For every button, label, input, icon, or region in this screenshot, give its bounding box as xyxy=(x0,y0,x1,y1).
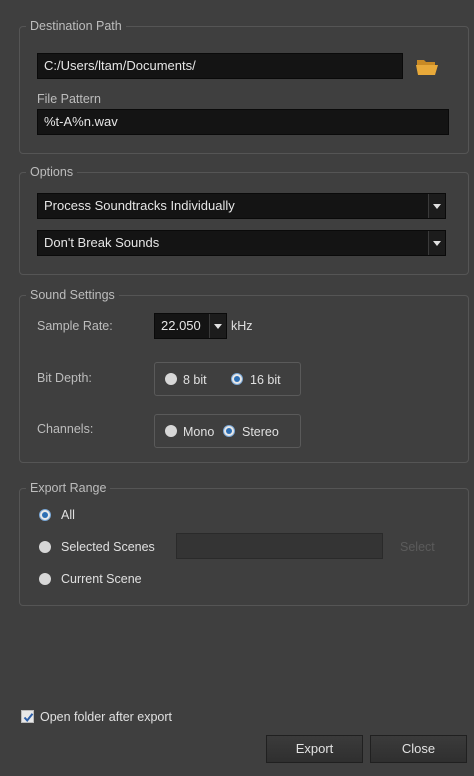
break-sounds-dropdown-value: Don't Break Sounds xyxy=(44,235,160,250)
bit-depth-radio-group: 8 bit 16 bit xyxy=(154,362,301,396)
range-all-radio[interactable] xyxy=(39,509,51,521)
options-group: Options xyxy=(19,164,469,275)
bit-depth-8-radio[interactable] xyxy=(165,373,177,385)
destination-path-title: Destination Path xyxy=(26,18,126,34)
folder-icon[interactable] xyxy=(415,56,439,76)
open-folder-checkbox[interactable] xyxy=(21,710,34,723)
range-selected-scenes-radio[interactable] xyxy=(39,541,51,553)
sample-rate-unit: kHz xyxy=(231,319,253,333)
channels-stereo-label: Stereo xyxy=(242,425,279,439)
export-range-title: Export Range xyxy=(26,480,111,496)
soundtracks-dropdown[interactable]: Process Soundtracks Individually xyxy=(37,193,446,219)
file-pattern-label: File Pattern xyxy=(37,92,101,106)
selected-scenes-field[interactable] xyxy=(176,533,383,559)
chevron-down-icon[interactable] xyxy=(428,231,445,255)
chevron-down-icon[interactable] xyxy=(428,194,445,218)
range-current-scene-label: Current Scene xyxy=(61,572,142,586)
break-sounds-dropdown[interactable]: Don't Break Sounds xyxy=(37,230,446,256)
sample-rate-value: 22.050 xyxy=(161,318,201,333)
soundtracks-dropdown-value: Process Soundtracks Individually xyxy=(44,198,235,213)
open-folder-label: Open folder after export xyxy=(40,710,173,724)
chevron-down-icon[interactable] xyxy=(209,314,226,338)
channels-radio-group: Mono Stereo xyxy=(154,414,301,448)
bit-depth-label: Bit Depth: xyxy=(37,371,92,385)
channels-label: Channels: xyxy=(37,422,94,436)
select-scenes-button[interactable]: Select xyxy=(400,539,435,555)
range-selected-scenes-label: Selected Scenes xyxy=(61,540,155,554)
sound-settings-title: Sound Settings xyxy=(26,287,119,303)
export-button[interactable]: Export xyxy=(266,735,363,763)
range-current-scene-radio[interactable] xyxy=(39,573,51,585)
channels-mono-label: Mono xyxy=(183,425,215,439)
range-all-label: All xyxy=(61,508,75,522)
destination-path-field[interactable]: C:/Users/ltam/Documents/ xyxy=(37,53,403,79)
file-pattern-field[interactable]: %t-A%n.wav xyxy=(37,109,449,135)
sample-rate-dropdown[interactable]: 22.050 xyxy=(154,313,227,339)
channels-stereo-radio[interactable] xyxy=(223,425,235,437)
bit-depth-16-radio[interactable] xyxy=(231,373,243,385)
sample-rate-label: Sample Rate: xyxy=(37,319,113,333)
channels-mono-radio[interactable] xyxy=(165,425,177,437)
bit-depth-16-label: 16 bit xyxy=(250,373,281,387)
close-button[interactable]: Close xyxy=(370,735,467,763)
bit-depth-8-label: 8 bit xyxy=(183,373,207,387)
options-title: Options xyxy=(26,164,78,180)
